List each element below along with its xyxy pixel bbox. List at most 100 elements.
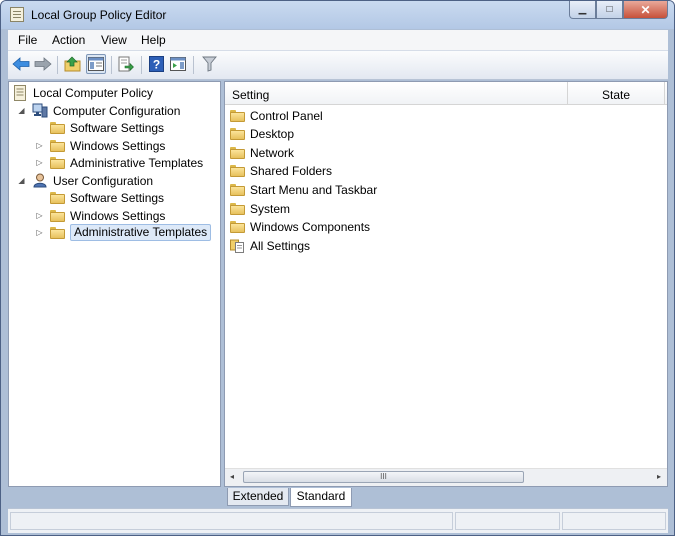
list-item-label: Network	[250, 145, 295, 160]
menu-action[interactable]: Action	[52, 33, 85, 47]
list-item[interactable]: Windows Components	[230, 218, 370, 235]
menu-file[interactable]: File	[18, 33, 37, 47]
folder-icon	[230, 109, 245, 122]
folder-icon	[230, 220, 245, 233]
app-window: Local Group Policy Editor ▁ □ ✕ File Act…	[0, 0, 675, 536]
list-item-label: System	[250, 201, 291, 216]
maximize-button[interactable]: □	[596, 1, 623, 19]
collapsed-arrow-icon[interactable]: ▷	[35, 141, 44, 150]
collapsed-arrow-icon[interactable]: ▷	[35, 211, 44, 220]
list-item[interactable]: Network	[230, 144, 294, 161]
export-list-button[interactable]	[116, 54, 136, 74]
toolbar: ?	[8, 51, 668, 80]
filter-button[interactable]	[199, 54, 219, 74]
tree-item-user-configuration[interactable]: ◢ User Configuration	[17, 172, 153, 189]
up-one-level-button[interactable]	[63, 54, 83, 74]
tree-item-uc-software-settings[interactable]: Software Settings	[35, 189, 164, 206]
export-list-icon	[118, 56, 134, 72]
folder-icon	[50, 191, 65, 204]
folder-icon	[50, 156, 65, 169]
list-item[interactable]: Desktop	[230, 125, 294, 142]
list-item-label: All Settings	[250, 238, 311, 253]
status-panel	[10, 512, 453, 530]
tree-item-cc-software-settings[interactable]: Software Settings	[35, 119, 164, 136]
list-item[interactable]: Control Panel	[230, 107, 323, 124]
status-panel	[562, 512, 666, 530]
scrollbar-thumb[interactable]: III	[243, 471, 524, 483]
title-bar[interactable]: Local Group Policy Editor ▁ □ ✕	[1, 1, 674, 29]
forward-button[interactable]	[33, 54, 53, 74]
toolbar-separator	[111, 56, 112, 74]
tab-extended[interactable]: Extended	[227, 488, 289, 506]
computer-icon	[32, 103, 48, 118]
list-item[interactable]: System	[230, 200, 290, 217]
collapsed-arrow-icon[interactable]: ▷	[35, 158, 44, 167]
minimize-icon: ▁	[578, 4, 587, 15]
tree-item-computer-configuration[interactable]: ◢ Computer Configuration	[17, 102, 180, 119]
show-hide-action-pane-button[interactable]	[168, 54, 188, 74]
list-item[interactable]: All Settings	[230, 237, 310, 254]
close-icon: ✕	[640, 2, 651, 17]
expanded-arrow-icon[interactable]: ◢	[17, 106, 26, 115]
scroll-right-arrow-icon[interactable]: ▸	[657, 472, 661, 481]
tree-label: Windows Settings	[70, 208, 166, 223]
tree-label: Administrative Templates	[70, 155, 204, 170]
folder-icon	[230, 146, 245, 159]
list-header: Setting State	[225, 82, 667, 105]
menu-view[interactable]: View	[101, 33, 127, 47]
scroll-left-arrow-icon[interactable]: ◂	[230, 472, 234, 481]
svg-text:?: ?	[152, 58, 159, 72]
menu-help[interactable]: Help	[141, 33, 166, 47]
console-tree[interactable]: Local Computer Policy ◢ Computer Configu…	[8, 81, 221, 487]
show-hide-console-tree-icon	[88, 57, 104, 71]
tree-label: Windows Settings	[70, 138, 166, 153]
minimize-button[interactable]: ▁	[569, 1, 596, 19]
column-header-state[interactable]: State	[602, 88, 630, 102]
list-item[interactable]: Shared Folders	[230, 162, 332, 179]
tree-label: Computer Configuration	[53, 103, 181, 118]
scrollbar-grip-icon: III	[380, 472, 387, 481]
show-hide-console-tree-button[interactable]	[86, 54, 106, 74]
column-header-setting[interactable]: Setting	[232, 88, 269, 102]
collapsed-arrow-icon[interactable]: ▷	[35, 228, 44, 237]
tree-label: User Configuration	[53, 173, 154, 188]
toolbar-separator	[57, 56, 58, 74]
toolbar-separator	[193, 56, 194, 74]
toolbar-separator	[141, 56, 142, 74]
tree-item-uc-windows-settings[interactable]: ▷ Windows Settings	[35, 207, 165, 224]
folder-icon	[230, 127, 245, 140]
help-button[interactable]: ?	[146, 54, 166, 74]
show-hide-action-pane-icon	[170, 57, 186, 71]
folder-icon	[230, 164, 245, 177]
policy-document-icon	[14, 84, 26, 101]
tree-item-local-computer-policy[interactable]: Local Computer Policy	[13, 84, 153, 101]
folder-icon	[230, 183, 245, 196]
status-panel	[455, 512, 560, 530]
policy-editor-icon	[10, 7, 24, 22]
list-item-label: Shared Folders	[250, 163, 333, 178]
tab-standard[interactable]: Standard	[290, 488, 352, 507]
list-item[interactable]: Start Menu and Taskbar	[230, 181, 377, 198]
list-item-label: Desktop	[250, 126, 295, 141]
back-button[interactable]	[11, 54, 31, 74]
tree-label: Software Settings	[70, 190, 165, 205]
column-divider[interactable]	[664, 82, 665, 104]
list-item-label: Windows Components	[250, 219, 371, 234]
tree-label: Local Computer Policy	[33, 85, 154, 100]
menu-bar: File Action View Help	[8, 30, 668, 51]
forward-arrow-icon	[34, 57, 52, 71]
settings-list-view[interactable]: Setting State Control Panel Desktop Netw…	[224, 81, 668, 487]
column-divider[interactable]	[567, 82, 568, 104]
help-icon: ?	[148, 56, 164, 72]
tree-item-cc-administrative-templates[interactable]: ▷ Administrative Templates	[35, 154, 203, 171]
horizontal-scrollbar[interactable]: ◂ III ▸	[225, 468, 667, 486]
expanded-arrow-icon[interactable]: ◢	[17, 176, 26, 185]
tree-item-cc-windows-settings[interactable]: ▷ Windows Settings	[35, 137, 165, 154]
folder-icon	[50, 209, 65, 222]
view-tabs: Extended Standard	[224, 488, 668, 508]
maximize-icon: □	[606, 4, 613, 15]
tree-item-uc-administrative-templates[interactable]: ▷ Administrative Templates	[35, 224, 212, 241]
close-button[interactable]: ✕	[623, 1, 668, 19]
window-controls: ▁ □ ✕	[569, 1, 668, 21]
status-bar	[8, 508, 668, 533]
